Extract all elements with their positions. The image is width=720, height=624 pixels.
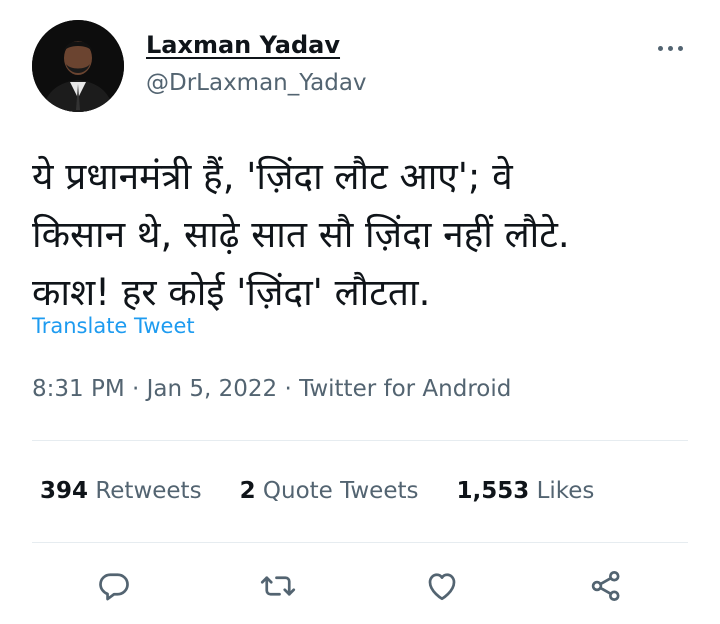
retweets-label: Retweets xyxy=(95,478,202,504)
retweets-count: 394 xyxy=(40,478,89,504)
likes-count: 1,553 xyxy=(456,478,530,504)
divider xyxy=(32,542,688,543)
retweets-stat[interactable]: 394 Retweets xyxy=(40,478,202,504)
quote-tweets-count: 2 xyxy=(239,478,256,504)
likes-label: Likes xyxy=(536,478,595,504)
tweet-timestamp[interactable]: 8:31 PM · Jan 5, 2022 · Twitter for Andr… xyxy=(32,376,511,402)
share-icon[interactable] xyxy=(586,566,626,606)
profile-photo-icon xyxy=(32,20,124,112)
divider xyxy=(32,440,688,441)
like-icon[interactable] xyxy=(422,566,462,606)
reply-icon[interactable] xyxy=(94,566,134,606)
tweet-stats: 394 Retweets 2 Quote Tweets 1,553 Likes xyxy=(40,478,632,504)
tweet-text: ये प्रधानमंत्री हैं, 'ज़िंदा लौट आए'; वे… xyxy=(32,155,570,314)
display-name[interactable]: Laxman Yadav xyxy=(146,31,340,59)
quote-tweets-stat[interactable]: 2 Quote Tweets xyxy=(240,478,419,504)
avatar[interactable] xyxy=(32,20,124,112)
translate-tweet-link[interactable]: Translate Tweet xyxy=(32,314,195,338)
quote-tweets-label: Quote Tweets xyxy=(262,478,419,504)
likes-stat[interactable]: 1,553 Likes xyxy=(456,478,594,504)
tweet-card: Laxman Yadav @DrLaxman_Yadav ये प्रधानमं… xyxy=(0,0,720,624)
more-options-icon[interactable] xyxy=(648,36,692,60)
user-handle[interactable]: @DrLaxman_Yadav xyxy=(146,70,367,96)
retweet-icon[interactable] xyxy=(258,566,298,606)
